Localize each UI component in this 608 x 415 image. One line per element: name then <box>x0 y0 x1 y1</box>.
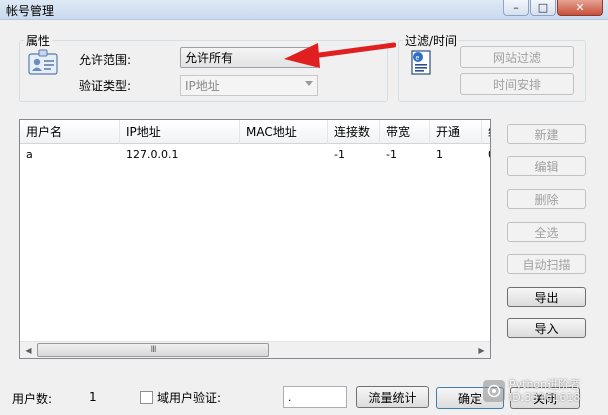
scroll-left-icon[interactable]: ◀ <box>20 342 37 358</box>
cell-mac <box>240 146 328 164</box>
cell-more: 0 <box>482 146 490 164</box>
range-value: 允许所有 <box>185 51 234 65</box>
svg-text:e: e <box>416 55 420 62</box>
select-all-button[interactable]: 全选 <box>507 222 586 242</box>
column-header-username[interactable]: 用户名 <box>20 120 120 144</box>
cell-username: a <box>26 148 33 161</box>
grip-icon: III <box>150 345 157 355</box>
filter-document-icon: e <box>411 50 431 75</box>
chevron-down-icon <box>305 81 313 86</box>
user-count-value: 1 <box>89 390 97 404</box>
table-row[interactable]: a 127.0.0.1 -1 -1 1 0 <box>20 146 490 164</box>
domain-verify-checkbox-wrap[interactable]: 域用户验证: <box>140 389 221 406</box>
cell-bandwidth: -1 <box>386 148 397 161</box>
title-bar[interactable]: 帐号管理 – □ ✕ <box>0 0 608 20</box>
new-button[interactable]: 新建 <box>507 124 586 144</box>
user-count-label: 用户数: <box>12 392 53 406</box>
cell-connections: -1 <box>334 148 345 161</box>
scroll-right-icon[interactable]: ▶ <box>473 342 490 358</box>
import-button[interactable]: 导入 <box>507 318 586 338</box>
accounts-list[interactable]: 用户名 IP地址 MAC地址 连接数 带宽 开通 约 a 127.0.0.1 -… <box>19 119 491 359</box>
auto-scan-button[interactable]: 自动扫描 <box>507 254 586 274</box>
close-button[interactable]: 关闭 <box>510 387 580 409</box>
account-management-window: 帐号管理 – □ ✕ 属性 允许范围: 允许所有 验证类型: IP地址 过滤/时… <box>0 0 608 415</box>
delete-button[interactable]: 删除 <box>507 189 586 209</box>
filter-time-legend: 过滤/时间 <box>405 34 458 48</box>
column-header-connections[interactable]: 连接数 <box>328 120 380 144</box>
cell-ip: 127.0.0.1 <box>126 148 179 161</box>
close-window-button[interactable]: ✕ <box>557 0 603 16</box>
domain-verify-checkbox[interactable] <box>140 391 153 404</box>
id-card-icon <box>28 49 58 75</box>
minimize-button[interactable]: – <box>503 0 529 16</box>
scroll-thumb[interactable]: III <box>37 343 269 357</box>
edit-button[interactable]: 编辑 <box>507 156 586 176</box>
export-button[interactable]: 导出 <box>507 287 586 307</box>
ok-button[interactable]: 确定 <box>436 387 504 409</box>
column-header-mac[interactable]: MAC地址 <box>240 120 328 144</box>
schedule-button[interactable]: 时间安排 <box>460 73 574 95</box>
verify-type-dropdown[interactable]: IP地址 <box>180 75 318 96</box>
attributes-legend: 属性 <box>26 34 51 48</box>
window-title: 帐号管理 <box>6 4 55 18</box>
domain-input[interactable] <box>283 386 347 408</box>
horizontal-scrollbar[interactable]: ◀ III ▶ <box>20 341 490 358</box>
verify-type-value: IP地址 <box>185 79 220 93</box>
site-filter-button[interactable]: 网站过滤 <box>460 46 574 68</box>
column-header-bandwidth[interactable]: 带宽 <box>380 120 430 144</box>
list-header: 用户名 IP地址 MAC地址 连接数 带宽 开通 约 <box>20 120 490 144</box>
column-header-enabled[interactable]: 开通 <box>430 120 482 144</box>
red-arrow-annotation <box>284 42 396 68</box>
column-header-more[interactable]: 约 <box>482 120 490 144</box>
maximize-button[interactable]: □ <box>530 0 556 16</box>
verify-type-label: 验证类型: <box>79 79 132 93</box>
cell-enabled: 1 <box>436 148 443 161</box>
traffic-stats-button[interactable]: 流量统计 <box>356 386 429 408</box>
range-label: 允许范围: <box>79 53 132 67</box>
column-header-ip[interactable]: IP地址 <box>120 120 240 144</box>
domain-verify-label: 域用户验证: <box>157 391 222 405</box>
